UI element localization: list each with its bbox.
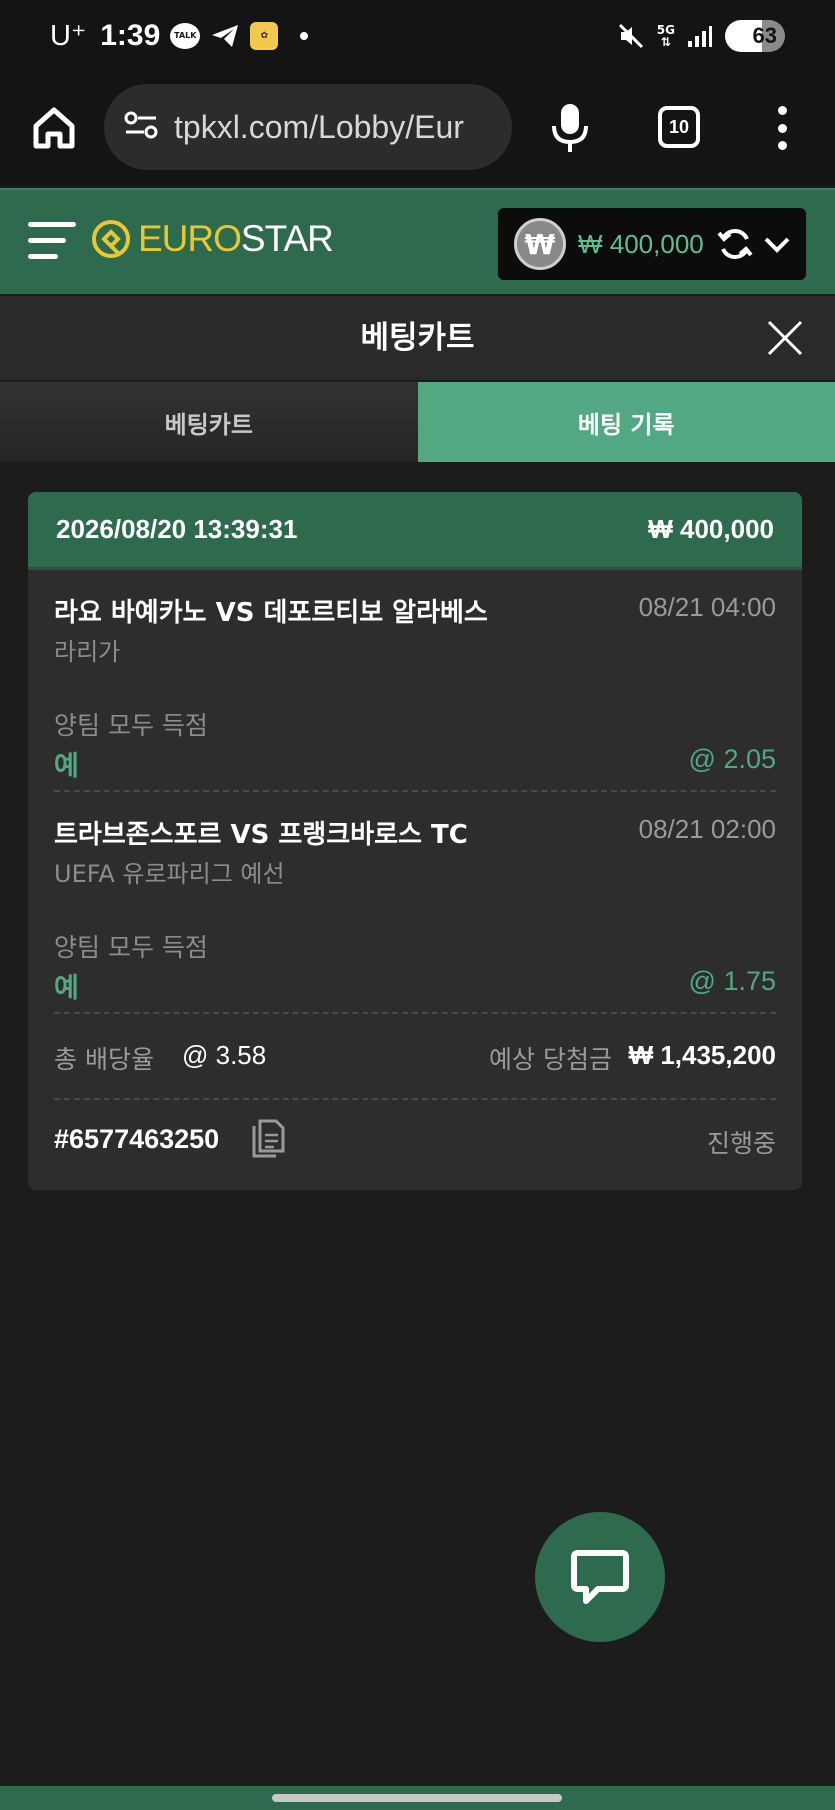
balance-amount: ₩ 400,000 [578,228,704,259]
kakaotalk-icon: TALK [170,22,201,49]
microphone-icon[interactable] [548,100,592,156]
bet-stake: ₩ 400,000 [648,514,774,544]
logo-star-text: STAR [240,218,334,259]
divider [54,1098,776,1100]
home-icon[interactable] [28,102,80,154]
match-name: 라요 바예카노 VS 데포르티보 알라베스 [54,598,488,628]
bet-datetime: 2026/08/20 13:39:31 [56,514,298,544]
gesture-handle[interactable] [272,1794,562,1802]
carrier-label: U⁺ [50,20,87,52]
mute-icon [617,22,645,50]
bet-status: 진행중 [706,1129,776,1158]
divider [54,1012,776,1014]
divider [54,790,776,792]
network-type: 5G ⇅ [656,23,675,49]
expected-win-label: 예상 당첨금 [489,1045,612,1074]
betting-cart-header: 베팅카트 [0,296,835,380]
selection-odds: @ 2.05 [688,744,776,774]
logo-emblem-icon [92,220,130,258]
app-notification-icon: ✿ [250,21,279,50]
browser-toolbar: tpkxl.com/Lobby/Eur 10 [0,78,835,186]
kickoff-time: 08/21 04:00 [638,592,776,622]
market-name: 양팀 모두 득점 [54,933,208,962]
site-settings-icon[interactable] [124,110,158,144]
refresh-icon[interactable] [716,225,754,263]
won-currency-icon: ₩ [514,218,566,270]
chat-bubble-icon [571,1550,629,1604]
battery-indicator: 63 [725,20,785,52]
market-name: 양팀 모두 득점 [54,711,208,740]
bet-selection: 라요 바예카노 VS 데포르티보 알라베스 08/21 04:00 라리가 양팀… [54,592,776,792]
signal-icon [687,24,713,48]
tab-betting-history[interactable]: 베팅 기록 [417,382,835,462]
clock: 1:39 [100,18,161,52]
tab-switcher-button[interactable]: 10 [658,106,700,148]
total-odds-label: 총 배당율 [54,1045,154,1074]
site-header: EUROSTAR ₩ ₩ 400,000 [0,188,835,294]
bet-selection: 트라브존스포르 VS 프랭크바로스 TC 08/21 02:00 UEFA 유로… [54,814,776,1014]
url-text: tpkxl.com/Lobby/Eur [174,108,464,145]
pick-value: 예 [54,751,79,782]
bet-totals: 총 배당율 @ 3.58 예상 당첨금 ₩ 1,435,200 [54,1040,776,1080]
close-icon[interactable] [763,316,807,360]
status-bar: U⁺ 1:39 TALK ✿ 5G ⇅ 63 [0,0,835,78]
url-bar[interactable]: tpkxl.com/Lobby/Eur [104,84,512,170]
ticket-id: #6577463250 [54,1124,220,1154]
copy-icon[interactable] [248,1118,288,1160]
league-name: 라리가 [54,638,121,666]
bet-card-header: 2026/08/20 13:39:31 ₩ 400,000 [28,492,802,570]
page-title: 베팅카트 [360,320,475,356]
tab-betting-cart[interactable]: 베팅카트 [0,382,418,462]
league-name: UEFA 유로파리그 예선 [54,860,285,888]
eurostar-logo[interactable]: EUROSTAR [90,218,334,260]
match-name: 트라브존스포르 VS 프랭크바로스 TC [54,820,468,850]
more-notifications-dot [300,31,309,40]
bet-footer: #6577463250 진행중 [54,1119,776,1166]
cart-tabs: 베팅카트 베팅 기록 [0,382,835,462]
live-chat-button[interactable] [535,1512,665,1642]
kickoff-time: 08/21 02:00 [638,814,776,844]
bet-history-card: 2026/08/20 13:39:31 ₩ 400,000 라요 바예카노 VS… [28,492,802,1190]
menu-icon[interactable] [28,218,76,262]
pick-value: 예 [54,973,79,1004]
total-odds-value: @ 3.58 [182,1040,267,1070]
expected-win-amount: ₩ 1,435,200 [628,1040,776,1070]
chevron-down-icon[interactable] [762,229,792,259]
telegram-icon [210,23,240,49]
more-menu-icon[interactable] [770,100,794,156]
selection-odds: @ 1.75 [688,966,776,996]
logo-euro-text: EURO [138,218,242,259]
wallet-dropdown[interactable]: ₩ ₩ 400,000 [498,208,806,280]
